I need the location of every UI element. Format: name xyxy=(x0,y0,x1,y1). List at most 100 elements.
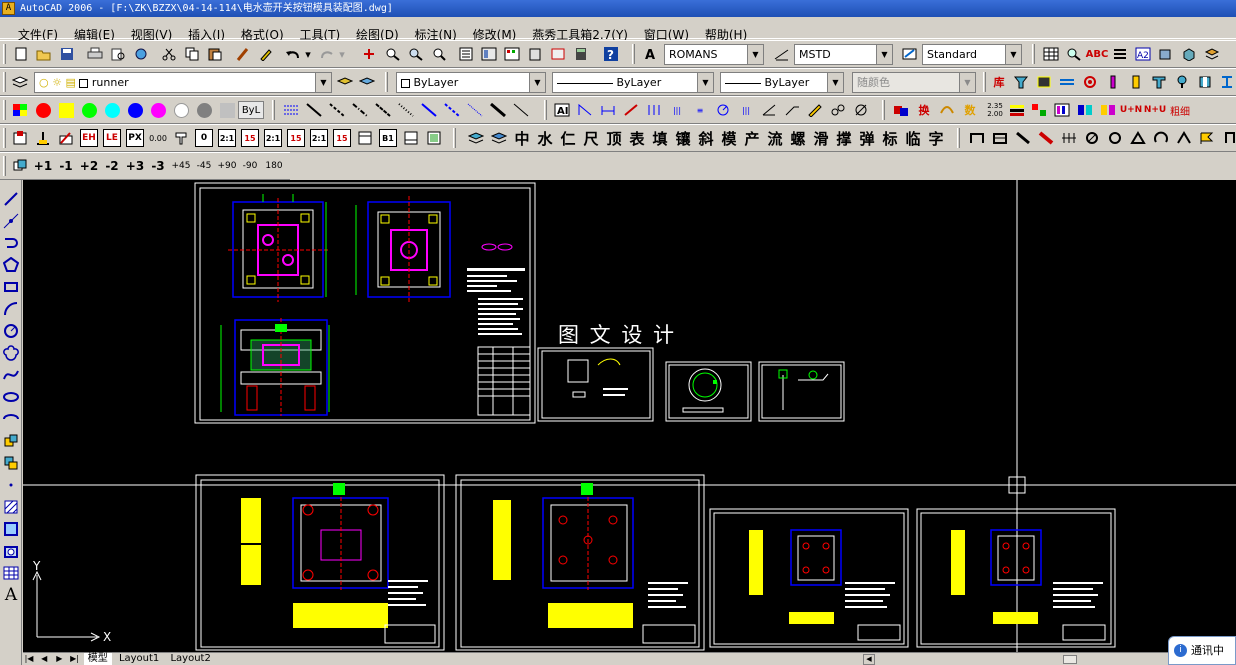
line-solid-icon[interactable] xyxy=(305,101,323,119)
zero-icon[interactable]: 0 xyxy=(195,129,213,147)
dimension-style-icon[interactable] xyxy=(773,45,791,63)
bushing-icon[interactable] xyxy=(1196,73,1214,91)
thickness-button[interactable]: 粗细 xyxy=(1168,101,1192,119)
tool-char-13[interactable]: 滑 xyxy=(812,129,830,148)
balloon-icon[interactable] xyxy=(829,101,847,119)
pan-icon[interactable] xyxy=(360,45,378,63)
pin-icon[interactable]: PX xyxy=(126,129,144,147)
lifter-icon[interactable]: LE xyxy=(103,129,121,147)
tab-model[interactable]: 模型 xyxy=(83,653,112,665)
sheet-set-icon[interactable] xyxy=(526,45,544,63)
color-red-button[interactable] xyxy=(34,101,52,119)
table-style-icon[interactable] xyxy=(901,45,919,63)
mold-slider-icon[interactable] xyxy=(57,129,75,147)
part-sheet-ring[interactable] xyxy=(665,361,752,422)
part-sheet-shaft[interactable] xyxy=(758,361,845,422)
toolbar-grip[interactable] xyxy=(632,44,635,64)
ellipse-icon[interactable] xyxy=(2,388,20,406)
color-cyan-button[interactable] xyxy=(103,101,121,119)
tool-palettes-icon[interactable] xyxy=(503,45,521,63)
make-block-icon[interactable] xyxy=(2,454,20,472)
swap-button[interactable]: 换 xyxy=(915,101,933,119)
rotate-minus-1-button[interactable]: -1 xyxy=(56,157,76,175)
line-thin-icon[interactable] xyxy=(466,101,484,119)
properties-icon[interactable] xyxy=(457,45,475,63)
color-green-button[interactable] xyxy=(80,101,98,119)
gradient-icon[interactable] xyxy=(2,520,20,538)
color-change-icon[interactable] xyxy=(892,101,910,119)
fifteen-c-icon[interactable]: 15 xyxy=(333,129,351,147)
circle-icon[interactable] xyxy=(2,322,20,340)
toolbar-grip[interactable] xyxy=(544,100,547,120)
stack-a-icon[interactable] xyxy=(467,129,485,147)
layer-previous-icon[interactable] xyxy=(358,73,376,91)
tool-char-12[interactable]: 螺 xyxy=(789,129,807,148)
rotate-minus-90-button[interactable]: -90 xyxy=(240,157,260,175)
line-center-icon[interactable] xyxy=(351,101,369,119)
toolbar-grip[interactable] xyxy=(3,100,6,120)
circle-slash-icon[interactable] xyxy=(1083,129,1101,147)
tool-char-16[interactable]: 标 xyxy=(881,129,899,148)
next-tab-icon[interactable]: ▶ xyxy=(53,653,65,665)
tab-layout1[interactable]: Layout1 xyxy=(115,653,163,665)
line-hidden-icon[interactable] xyxy=(328,101,346,119)
line-thick-icon[interactable] xyxy=(489,101,507,119)
construction-line-icon[interactable] xyxy=(2,212,20,230)
assembly-drawing-sheet[interactable] xyxy=(194,182,536,424)
dimension-radius-icon[interactable] xyxy=(714,101,732,119)
plot-preview-icon[interactable] xyxy=(109,45,127,63)
save-icon[interactable] xyxy=(58,45,76,63)
first-tab-icon[interactable]: |◀ xyxy=(23,653,35,665)
bylayer-color-button[interactable]: ByL xyxy=(238,101,264,119)
table-icon[interactable] xyxy=(2,564,20,582)
b-frame-icon[interactable]: B1 xyxy=(379,129,397,147)
rotate-tool-icon[interactable] xyxy=(1152,129,1170,147)
new-file-icon[interactable] xyxy=(12,45,30,63)
tool-char-9[interactable]: 模 xyxy=(720,129,738,148)
help-icon[interactable]: ? xyxy=(602,45,620,63)
guide-pin-icon[interactable] xyxy=(1173,73,1191,91)
diagonal-tool-icon[interactable] xyxy=(1014,129,1032,147)
dimension-edit-icon[interactable] xyxy=(806,101,824,119)
paste-icon[interactable] xyxy=(206,45,224,63)
calculator-icon[interactable] xyxy=(572,45,590,63)
tool-char-18[interactable]: 字 xyxy=(927,129,945,148)
support-pillar-icon[interactable] xyxy=(1150,73,1168,91)
color-blue-button[interactable] xyxy=(126,101,144,119)
redo-dropdown-icon[interactable]: ▾ xyxy=(337,45,347,63)
color-gray-button[interactable] xyxy=(195,101,213,119)
redo-icon[interactable] xyxy=(318,45,336,63)
insert-block-icon[interactable] xyxy=(1157,45,1175,63)
rotate-icon[interactable] xyxy=(11,157,29,175)
dimension-continue-icon[interactable]: ≡ xyxy=(691,101,709,119)
grid-tool-icon[interactable] xyxy=(1060,129,1078,147)
text-edit-icon[interactable]: AI xyxy=(553,101,571,119)
stack-b-icon[interactable] xyxy=(490,129,508,147)
plate-drawing-sheet-3[interactable] xyxy=(709,508,909,648)
line-phantom-icon[interactable] xyxy=(374,101,392,119)
tool-char-2[interactable]: 仁 xyxy=(559,129,577,148)
region-icon[interactable] xyxy=(2,542,20,560)
ellipse-arc-icon[interactable] xyxy=(2,410,20,428)
library-icon[interactable]: 库 xyxy=(990,73,1008,91)
rotate-plus-45-button[interactable]: +45 xyxy=(171,157,191,175)
toolbar-grip[interactable] xyxy=(3,44,6,64)
zero-dim-icon[interactable]: 0.00 xyxy=(149,129,167,147)
publish-icon[interactable] xyxy=(132,45,150,63)
plate-drawing-sheet-1[interactable] xyxy=(195,474,445,651)
scroll-left-icon[interactable]: ◀ xyxy=(863,654,875,665)
tool-char-0[interactable]: 中 xyxy=(513,129,531,148)
text-a2-icon[interactable]: A2 xyxy=(1134,45,1152,63)
zoom-realtime-icon[interactable] xyxy=(384,45,402,63)
open-file-icon[interactable] xyxy=(35,45,53,63)
ratio-b-icon[interactable]: 2:1 xyxy=(310,129,328,147)
rotate-plus-1-button[interactable]: +1 xyxy=(33,157,53,175)
zoom-window-icon[interactable] xyxy=(407,45,425,63)
tool-char-10[interactable]: 产 xyxy=(743,129,761,148)
toolbar-grip[interactable] xyxy=(882,100,885,120)
linetype-dashed-icon[interactable] xyxy=(282,101,300,119)
dimension-aligned-icon[interactable] xyxy=(576,101,594,119)
toolbar-grip[interactable] xyxy=(3,156,6,176)
rotate-plus-3-button[interactable]: +3 xyxy=(125,157,145,175)
gear-icon[interactable] xyxy=(1081,73,1099,91)
